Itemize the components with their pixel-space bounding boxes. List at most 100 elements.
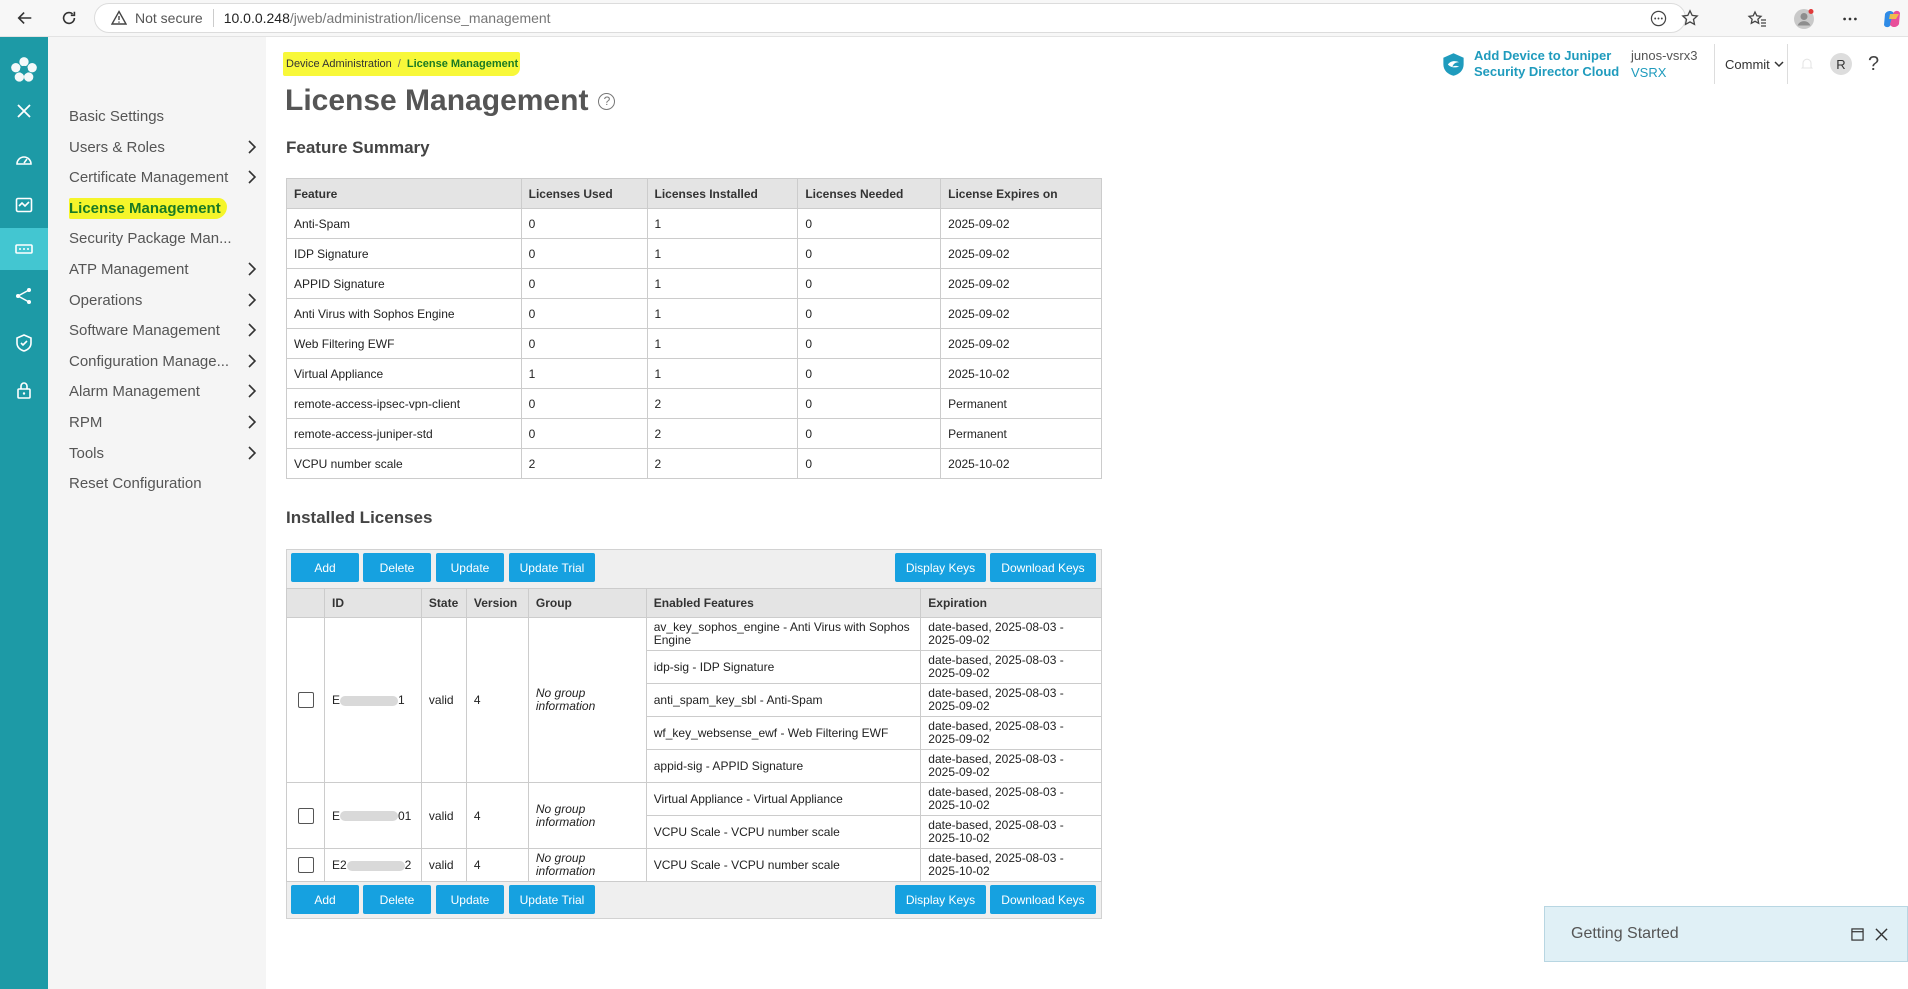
menu-item-reset-configuration[interactable]: Reset Configuration — [69, 468, 259, 498]
breadcrumb: Device Administration / License Manageme… — [283, 52, 521, 76]
chevron-right-icon — [248, 170, 257, 184]
menu-item-users-roles[interactable]: Users & Roles — [69, 132, 259, 162]
help-icon[interactable]: ? — [598, 92, 616, 110]
profile-icon[interactable] — [1792, 7, 1816, 31]
address-bar[interactable]: Not secure 10.0.0.248/jweb/administratio… — [94, 3, 1699, 33]
more-options-icon[interactable] — [1838, 7, 1862, 31]
feature-expiration: date-based, 2025-08-03 - 2025-10-02 — [920, 848, 1102, 882]
network-icon[interactable] — [0, 275, 48, 317]
menu-item-label: Certificate Management — [69, 168, 229, 186]
row-checkbox[interactable] — [298, 692, 314, 708]
chevron-right-icon — [248, 446, 257, 460]
favorite-star-icon[interactable] — [1679, 7, 1701, 29]
column-header[interactable]: Feature — [286, 178, 522, 209]
update-trial-button-bottom[interactable]: Update Trial — [509, 885, 595, 914]
select-all-header — [286, 588, 325, 618]
cell: 1 — [520, 358, 648, 389]
menu-item-basic-settings[interactable]: Basic Settings — [69, 101, 259, 131]
reload-button[interactable] — [52, 3, 86, 33]
menu-item-configuration-management[interactable]: Configuration Manage... — [69, 346, 259, 376]
cell: 1 — [646, 358, 799, 389]
browser-toolbar: Not secure 10.0.0.248/jweb/administratio… — [0, 0, 1908, 37]
lock-icon[interactable] — [0, 369, 48, 411]
menu-item-rpm[interactable]: RPM — [69, 407, 259, 437]
column-header[interactable]: License Expires on — [940, 178, 1102, 209]
enabled-feature: VCPU Scale - VCPU number scale — [645, 815, 922, 849]
menu-item-license-management[interactable]: License Management — [69, 193, 259, 223]
add-button[interactable]: Add — [291, 553, 359, 582]
download-keys-button-bottom[interactable]: Download Keys — [990, 885, 1096, 914]
menu-item-certificate-management[interactable]: Certificate Management — [69, 162, 259, 192]
table-row: IDP Signature 0 1 0 2025-09-02 — [286, 238, 1102, 269]
cell: 2025-10-02 — [940, 358, 1102, 389]
juniper-flower-icon[interactable] — [0, 49, 48, 91]
sdc-line-1: Add Device to Juniper — [1474, 48, 1612, 63]
juniper-sdc-logo-icon — [1443, 52, 1464, 76]
menu-item-label: Alarm Management — [69, 382, 200, 400]
download-keys-button[interactable]: Download Keys — [990, 553, 1096, 582]
display-keys-button[interactable]: Display Keys — [895, 553, 986, 582]
close-icon[interactable] — [1875, 928, 1888, 941]
more-page-icon[interactable] — [1647, 7, 1669, 29]
menu-item-software-management[interactable]: Software Management — [69, 315, 259, 345]
cell: 0 — [797, 418, 942, 449]
dashboard-icon[interactable] — [0, 139, 48, 181]
menu-item-operations[interactable]: Operations — [69, 285, 259, 315]
cell: 2 — [520, 448, 648, 479]
menu-item-label: Reset Configuration — [69, 474, 202, 492]
cell: 2 — [646, 448, 799, 479]
getting-started-panel[interactable]: Getting Started — [1544, 906, 1908, 962]
favorites-icon[interactable] — [1745, 7, 1769, 31]
sdc-link[interactable]: Add Device to Juniper Security Director … — [1440, 44, 1619, 84]
table-row: Web Filtering EWF 0 1 0 2025-09-02 — [286, 328, 1102, 359]
column-header[interactable]: Enabled Features — [645, 588, 922, 618]
column-header[interactable]: ID — [323, 588, 422, 618]
menu-item-alarm-management[interactable]: Alarm Management — [69, 376, 259, 406]
column-header[interactable]: Licenses Used — [520, 178, 648, 209]
back-button[interactable] — [8, 3, 42, 33]
add-button-bottom[interactable]: Add — [291, 885, 359, 914]
sdc-line-2: Security Director Cloud — [1474, 64, 1620, 79]
menu-item-security-package[interactable]: Security Package Man... — [69, 223, 259, 253]
menu-item-tools[interactable]: Tools — [69, 438, 259, 468]
monitor-icon[interactable] — [0, 184, 48, 226]
row-checkbox[interactable] — [298, 807, 314, 824]
maximize-icon[interactable] — [1851, 928, 1864, 941]
cell: 0 — [797, 448, 942, 479]
delete-button[interactable]: Delete — [363, 553, 431, 582]
commit-menu[interactable]: Commit — [1725, 44, 1784, 84]
menu-item-atp-management[interactable]: ATP Management — [69, 254, 259, 284]
delete-button-bottom[interactable]: Delete — [363, 885, 431, 914]
column-header[interactable]: Licenses Needed — [797, 178, 942, 209]
license-id: E 01 — [323, 782, 422, 849]
column-header[interactable]: State — [420, 588, 467, 618]
admin-menu: Basic Settings Users & Roles Certificate… — [48, 37, 266, 989]
chevron-right-icon — [248, 293, 257, 307]
update-trial-button[interactable]: Update Trial — [509, 553, 595, 582]
device-admin-icon[interactable] — [0, 228, 48, 270]
icon-rail — [0, 37, 48, 989]
column-header[interactable]: Expiration — [920, 588, 1102, 618]
enabled-feature: appid-sig - APPID Signature — [645, 749, 922, 783]
update-button-bottom[interactable]: Update — [436, 885, 504, 914]
display-keys-button-bottom[interactable]: Display Keys — [895, 885, 986, 914]
column-header[interactable]: Version — [465, 588, 529, 618]
breadcrumb-parent[interactable]: Device Administration — [286, 58, 392, 70]
copilot-icon[interactable] — [1880, 7, 1904, 31]
feature-expiration: date-based, 2025-08-03 - 2025-09-02 — [920, 749, 1102, 783]
help-button[interactable]: ? — [1868, 44, 1879, 84]
cell: 0 — [520, 268, 648, 299]
column-header[interactable]: Licenses Installed — [646, 178, 799, 209]
menu-item-label: ATP Management — [69, 260, 189, 278]
update-button[interactable]: Update — [436, 553, 504, 582]
device-info: junos-vsrx3 VSRX — [1631, 44, 1697, 84]
close-icon[interactable] — [0, 90, 48, 132]
enabled-feature: wf_key_websense_ewf - Web Filtering EWF — [645, 716, 922, 750]
security-shield-icon[interactable] — [0, 322, 48, 364]
notification-icon[interactable] — [1799, 44, 1815, 84]
user-avatar[interactable]: R — [1830, 44, 1852, 84]
cell: 0 — [797, 268, 942, 299]
cell: 0 — [797, 388, 942, 419]
column-header[interactable]: Group — [527, 588, 647, 618]
row-checkbox[interactable] — [298, 857, 314, 873]
